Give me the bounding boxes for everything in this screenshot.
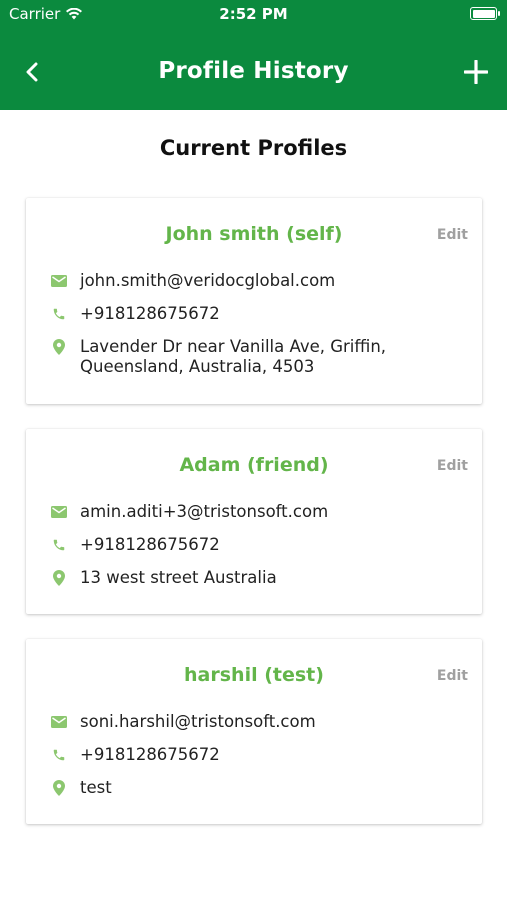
address-text: 13 west street Australia — [80, 568, 277, 587]
location-pin-icon — [50, 337, 68, 357]
phone-text: +918128675672 — [80, 535, 220, 554]
email-row: soni.harshil@tristonsoft.com — [50, 712, 468, 732]
phone-text: +918128675672 — [80, 745, 220, 764]
phone-row: +918128675672 — [50, 745, 468, 765]
address-text: test — [80, 778, 112, 797]
address-text: Lavender Dr near Vanilla Ave, Griffin, Q… — [80, 337, 387, 376]
location-pin-icon — [50, 568, 68, 588]
phone-icon — [50, 535, 68, 555]
profile-name: John smith (self) — [165, 223, 343, 245]
profile-card[interactable]: John smith (self) Edit john.smith@verido… — [26, 198, 482, 404]
section-title: Current Profiles — [159, 136, 348, 160]
phone-row: +918128675672 — [50, 304, 468, 324]
mail-icon — [50, 271, 68, 291]
email-row: john.smith@veridocglobal.com — [50, 271, 468, 291]
profile-card[interactable]: harshil (test) Edit soni.harshil@triston… — [26, 639, 482, 824]
email-text: amin.aditi+3@tristonsoft.com — [80, 502, 329, 521]
phone-row: +918128675672 — [50, 535, 468, 555]
status-bar: Carrier 2:52 PM — [0, 0, 507, 30]
email-text: soni.harshil@tristonsoft.com — [80, 712, 316, 731]
address-row: test — [50, 778, 468, 798]
phone-text: +918128675672 — [80, 304, 220, 323]
address-row: 13 west street Australia — [50, 568, 468, 588]
edit-button[interactable]: Edit — [437, 458, 468, 474]
profile-name: Adam (friend) — [179, 454, 329, 476]
status-time: 2:52 PM — [219, 5, 288, 23]
phone-icon — [50, 745, 68, 765]
email-row: amin.aditi+3@tristonsoft.com — [50, 502, 468, 522]
mail-icon — [50, 502, 68, 522]
edit-button[interactable]: Edit — [437, 227, 468, 243]
email-text: john.smith@veridocglobal.com — [80, 271, 336, 290]
plus-icon — [464, 60, 488, 84]
address-row: Lavender Dr near Vanilla Ave, Griffin, Q… — [50, 337, 468, 377]
profile-card[interactable]: Adam (friend) Edit amin.aditi+3@tristons… — [26, 429, 482, 614]
edit-button[interactable]: Edit — [437, 668, 468, 684]
profile-name: harshil (test) — [184, 664, 324, 686]
page-title: Profile History — [158, 58, 349, 84]
mail-icon — [50, 712, 68, 732]
add-profile-button[interactable] — [461, 57, 491, 87]
battery-icon — [470, 7, 500, 20]
phone-icon — [50, 304, 68, 324]
nav-bar: Profile History — [0, 30, 507, 110]
location-pin-icon — [50, 778, 68, 798]
